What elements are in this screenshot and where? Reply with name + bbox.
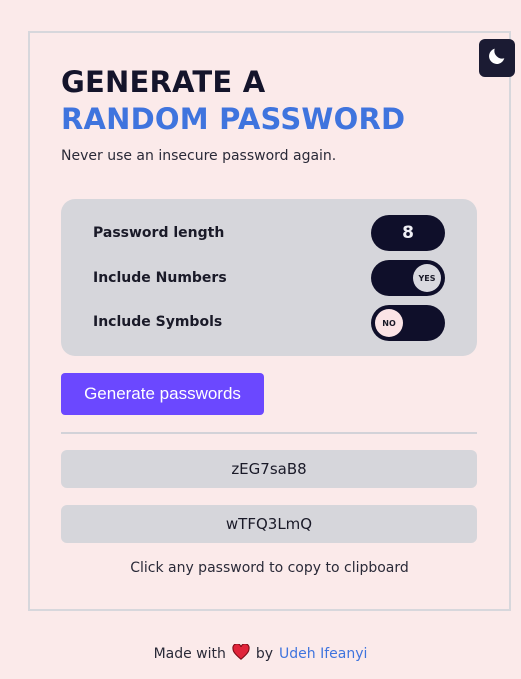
password-output-2[interactable]: wTFQ3LmQ: [61, 505, 477, 543]
include-symbols-toggle[interactable]: NO: [371, 305, 445, 341]
password-length-value: 8: [402, 223, 414, 243]
divider: [61, 432, 477, 434]
generate-passwords-button[interactable]: Generate passwords: [61, 373, 264, 415]
copy-hint: Click any password to copy to clipboard: [130, 560, 409, 576]
footer-made-with: Made with: [153, 646, 226, 662]
include-numbers-label: Include Numbers: [93, 270, 227, 286]
footer: Made with by Udeh Ifeanyi: [0, 643, 521, 664]
include-symbols-label: Include Symbols: [93, 314, 223, 330]
subtitle: Never use an insecure password again.: [61, 148, 337, 164]
include-numbers-knob: YES: [413, 264, 441, 292]
options-panel: Password length 8 Include Numbers YES In…: [61, 199, 477, 356]
title-line-1: GENERATE A: [61, 65, 266, 99]
include-symbols-knob: NO: [375, 309, 403, 337]
theme-toggle-button[interactable]: [479, 39, 515, 77]
author-link[interactable]: Udeh Ifeanyi: [279, 646, 367, 662]
footer-by: by: [255, 646, 274, 662]
heart-icon: [232, 643, 250, 664]
password-length-label: Password length: [93, 225, 225, 241]
title-line-2: RANDOM PASSWORD: [61, 102, 406, 136]
password-output-1[interactable]: zEG7saB8: [61, 450, 477, 488]
moon-icon: [486, 45, 508, 71]
page-title: GENERATE A RANDOM PASSWORD: [61, 64, 405, 138]
include-numbers-toggle[interactable]: YES: [371, 260, 445, 296]
password-length-input[interactable]: 8: [371, 215, 445, 251]
